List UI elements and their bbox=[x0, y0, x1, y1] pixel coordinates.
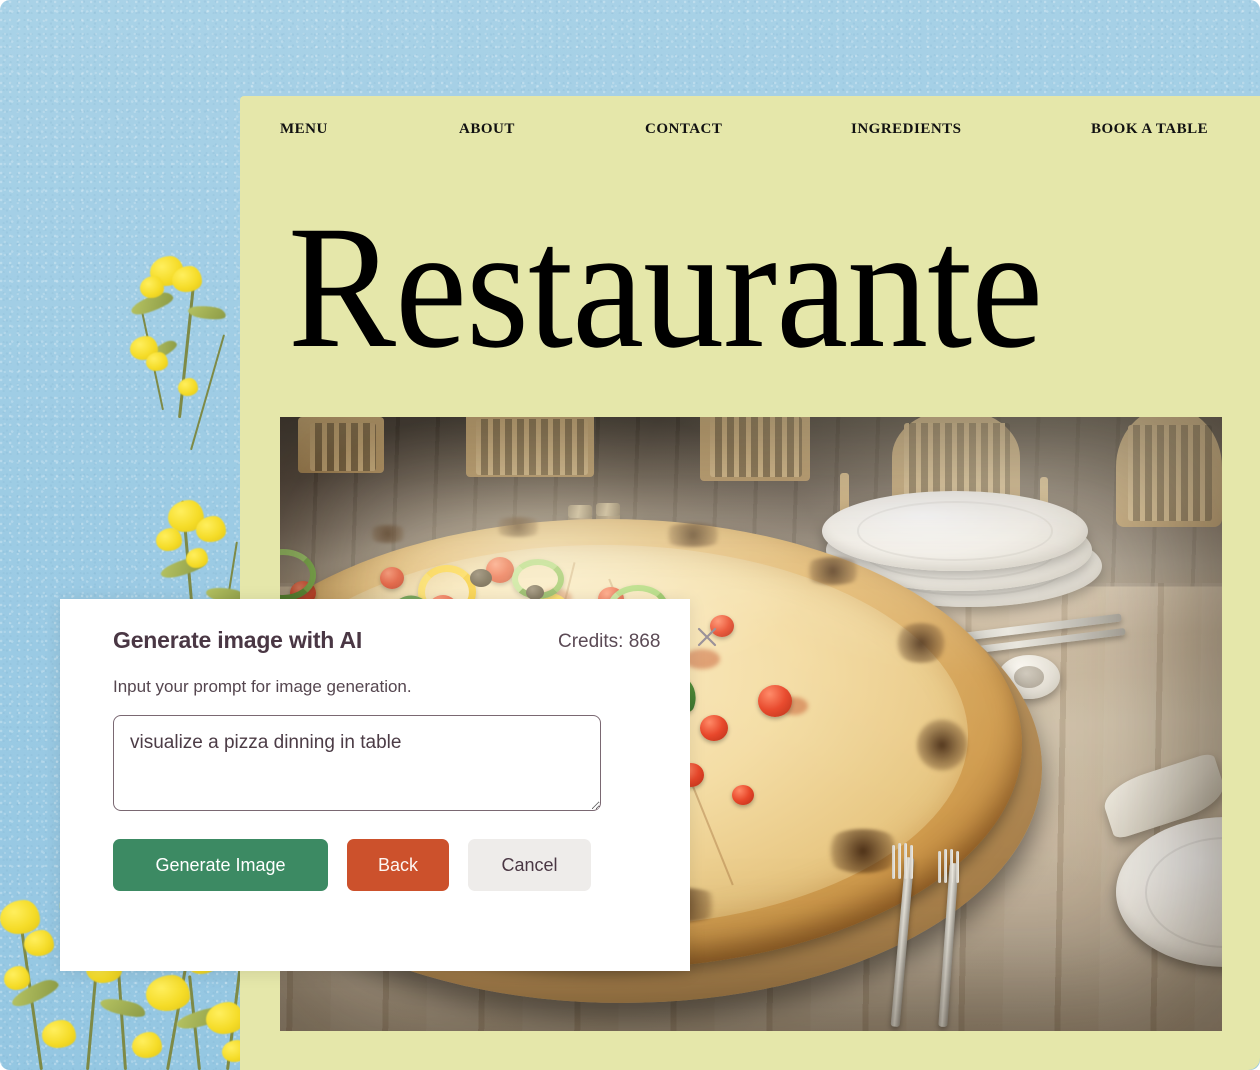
generate-image-button[interactable]: Generate Image bbox=[113, 839, 328, 891]
credits-label: Credits: 868 bbox=[558, 631, 661, 652]
dialog-actions: Generate Image Back Cancel bbox=[113, 839, 656, 891]
nav-item-menu[interactable]: MENU bbox=[280, 121, 328, 138]
generate-image-dialog: Generate image with AI Credits: 868 Inpu… bbox=[60, 599, 717, 971]
main-navigation: MENU ABOUT CONTACT INGREDIENTS BOOK A TA… bbox=[240, 96, 1260, 162]
dialog-title: Generate image with AI bbox=[113, 627, 363, 653]
page-title: Restaurante bbox=[288, 190, 1043, 385]
nav-item-book-a-table[interactable]: BOOK A TABLE bbox=[1091, 121, 1208, 138]
cancel-button[interactable]: Cancel bbox=[468, 839, 591, 891]
dialog-header: Generate image with AI Credits: 868 bbox=[113, 627, 717, 667]
back-button[interactable]: Back bbox=[347, 839, 449, 891]
nav-item-contact[interactable]: CONTACT bbox=[645, 121, 722, 138]
nav-item-ingredients[interactable]: INGREDIENTS bbox=[851, 121, 962, 138]
nav-item-about[interactable]: ABOUT bbox=[459, 121, 515, 138]
prompt-input[interactable] bbox=[113, 715, 601, 811]
dialog-subtitle: Input your prompt for image generation. bbox=[113, 677, 412, 696]
close-icon[interactable] bbox=[693, 623, 721, 651]
